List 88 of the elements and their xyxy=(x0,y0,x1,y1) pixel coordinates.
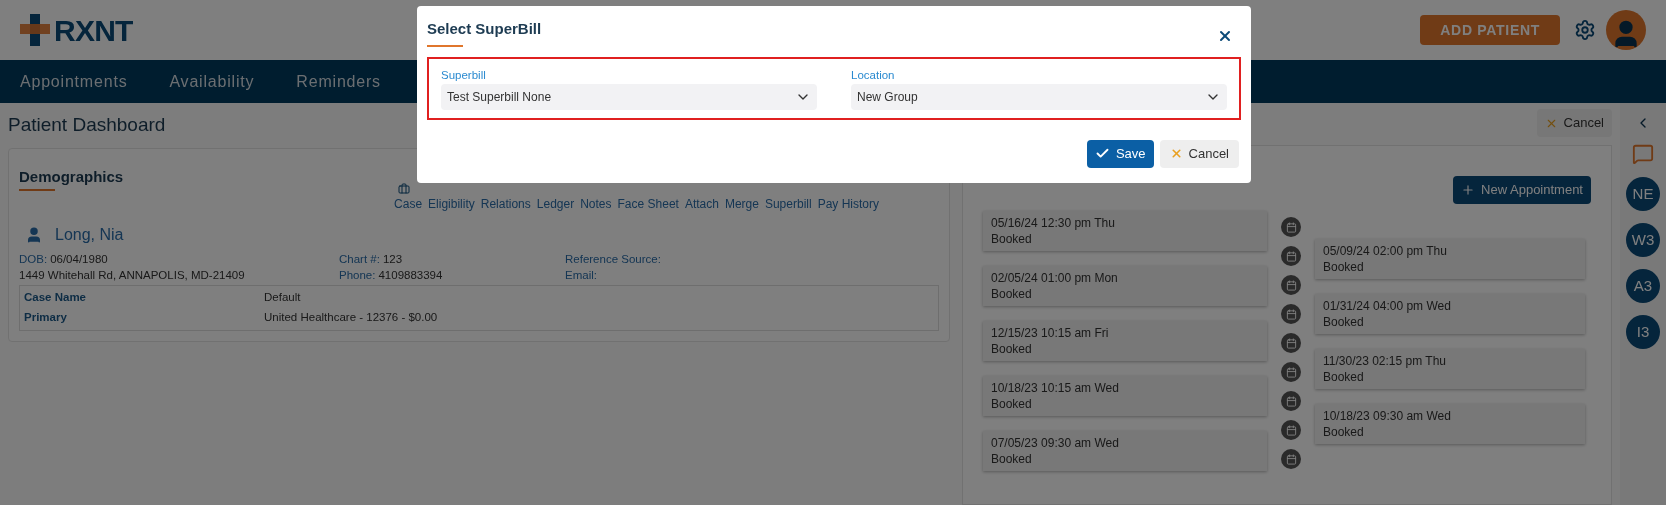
appointment-time: 10/18/23 10:15 am Wed xyxy=(991,380,1120,396)
field-label: DOB: xyxy=(19,251,48,267)
user-initials[interactable]: W3 xyxy=(1626,223,1660,257)
appointment-card[interactable]: 10/18/23 09:30 am Wed Booked xyxy=(1315,404,1585,444)
add-patient-button[interactable]: ADD PATIENT xyxy=(1420,15,1560,45)
appointment-status: Booked xyxy=(991,231,1033,247)
modal-title: Select SuperBill xyxy=(427,19,542,39)
calendar-icon xyxy=(1281,362,1301,382)
appointment-status: Booked xyxy=(1323,369,1365,385)
field-label: Phone: xyxy=(339,267,376,283)
appointment-status: Booked xyxy=(1323,424,1365,440)
case-label: Primary xyxy=(24,309,68,325)
appointment-card[interactable]: 02/05/24 01:00 pm Mon Booked xyxy=(983,266,1267,306)
patient-link[interactable]: Face Sheet xyxy=(617,194,679,213)
calendar-icon xyxy=(1281,246,1301,266)
appointment-time: 10/18/23 09:30 am Wed xyxy=(1323,408,1452,424)
patient-link[interactable]: Notes xyxy=(580,194,612,213)
appointment-card[interactable]: 11/30/23 02:15 pm Thu Booked xyxy=(1315,349,1585,389)
select-label: Location xyxy=(851,67,896,83)
appointment-card[interactable]: 05/16/24 12:30 pm Thu Booked xyxy=(983,211,1267,251)
close-icon[interactable] xyxy=(1217,28,1233,44)
patient-link[interactable]: Attach xyxy=(684,194,719,213)
close-icon xyxy=(1169,147,1183,161)
avatar[interactable] xyxy=(1606,10,1646,50)
field-value: 06/04/1980 xyxy=(50,251,108,267)
select-field[interactable]: Test Superbill None xyxy=(441,83,817,110)
appointment-card[interactable]: 12/15/23 10:15 am Fri Booked xyxy=(983,321,1267,361)
appointment-card[interactable]: 07/05/23 09:30 am Wed Booked xyxy=(983,431,1267,471)
appointment-time: 05/09/24 02:00 pm Thu xyxy=(1323,243,1448,259)
appointment-time: 11/30/23 02:15 pm Thu xyxy=(1323,353,1447,369)
user-initials[interactable]: A3 xyxy=(1626,269,1660,303)
new-appointment-button[interactable]: New Appointment xyxy=(1453,176,1591,204)
patient-link[interactable]: Merge xyxy=(724,194,759,213)
cancel-button[interactable]: Cancel xyxy=(1159,139,1239,168)
field-label: Chart #: xyxy=(339,251,380,267)
patient-link[interactable]: Ledger xyxy=(536,194,575,213)
appointment-status: Booked xyxy=(1323,259,1365,275)
calendar-icon xyxy=(1281,333,1301,353)
appointment-time: 07/05/23 09:30 am Wed xyxy=(991,435,1120,451)
logo-text: RXNT xyxy=(54,12,133,49)
case-label: Case Name xyxy=(24,289,87,305)
person-icon xyxy=(25,225,43,244)
appointment-status: Booked xyxy=(991,341,1033,357)
calendar-icon xyxy=(1281,449,1301,469)
nav-tab[interactable]: Appointments xyxy=(20,69,128,94)
case-value: United Healthcare - 12376 - $0.00 xyxy=(264,309,439,325)
calendar-icon xyxy=(1281,391,1301,411)
cancel-button[interactable]: Cancel xyxy=(1536,109,1612,137)
case-value: Default xyxy=(264,289,302,305)
settings-icon[interactable] xyxy=(1574,19,1596,41)
calendar-icon xyxy=(1281,217,1301,237)
appointment-time: 02/05/24 01:00 pm Mon xyxy=(991,270,1119,286)
appointment-status: Booked xyxy=(991,286,1033,302)
briefcase-icon[interactable] xyxy=(398,182,411,195)
field-value: 4109883394 xyxy=(378,267,443,283)
save-button[interactable]: Save xyxy=(1086,139,1154,168)
patient-link[interactable]: Relations xyxy=(480,194,531,213)
patient-link[interactable]: Case xyxy=(394,194,423,213)
appointment-status: Booked xyxy=(991,451,1033,467)
appointment-card[interactable]: 01/31/24 04:00 pm Wed Booked xyxy=(1315,294,1585,334)
patient-link[interactable]: Eligibility xyxy=(428,194,475,213)
nav-tab[interactable]: Reminders xyxy=(296,69,381,94)
calendar-icon xyxy=(1281,420,1301,440)
plus-icon xyxy=(1461,183,1476,197)
field-value: 1449 Whitehall Rd, ANNAPOLIS, MD-21409 xyxy=(19,267,245,283)
nav-tab[interactable]: Availability xyxy=(169,69,255,94)
user-initials[interactable]: NE xyxy=(1626,177,1660,211)
page-title: Patient Dashboard xyxy=(8,113,167,137)
appointment-card[interactable]: 10/18/23 10:15 am Wed Booked xyxy=(983,376,1267,416)
appointment-status: Booked xyxy=(991,396,1033,412)
appointment-time: 12/15/23 10:15 am Fri xyxy=(991,325,1110,341)
appointment-card[interactable]: 05/09/24 02:00 pm Thu Booked xyxy=(1315,239,1585,279)
logo-cross-icon xyxy=(20,14,50,46)
select-field[interactable]: New Group xyxy=(851,83,1227,110)
patient-link[interactable]: Superbill xyxy=(764,194,812,213)
patient-link[interactable]: Pay History xyxy=(817,194,879,213)
patient-name: Long, Nia xyxy=(55,224,124,245)
appointment-time: 05/16/24 12:30 pm Thu xyxy=(991,215,1116,231)
field-label: Reference Source: xyxy=(565,251,661,267)
field-value: 123 xyxy=(382,251,403,267)
select-label: Superbill xyxy=(441,67,487,83)
appointment-status: Booked xyxy=(1323,314,1365,330)
appointment-time: 01/31/24 04:00 pm Wed xyxy=(1323,298,1452,314)
calendar-icon xyxy=(1281,275,1301,295)
field-label: Email: xyxy=(565,267,597,283)
demographics-title: Demographics xyxy=(19,166,124,187)
calendar-icon xyxy=(1281,304,1301,324)
user-initials[interactable]: I3 xyxy=(1626,315,1660,349)
